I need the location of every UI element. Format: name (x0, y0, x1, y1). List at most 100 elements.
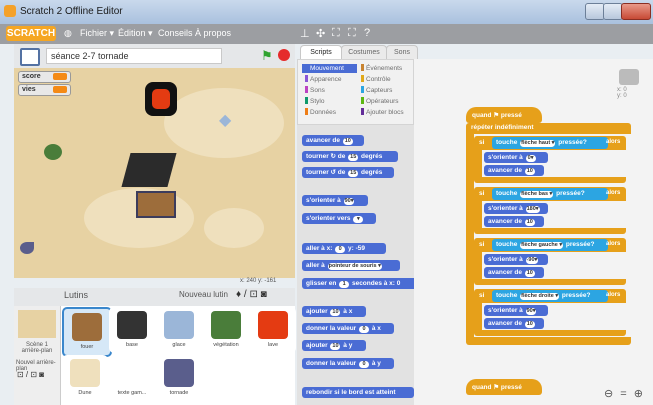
stage-thumbnail[interactable]: Scène 1 arrière-plan Nouvel arrière-plan… (14, 306, 61, 405)
key-dropdown[interactable]: flèche gauche ▾ (520, 242, 564, 249)
project-name-field[interactable]: séance 2-7 tornade (46, 48, 222, 64)
palette-block[interactable]: rebondir si le bord est atteint (302, 387, 414, 398)
steps-input[interactable]: 10 (524, 219, 535, 226)
help-tool-icon[interactable]: ? (364, 27, 370, 39)
grow-tool-icon[interactable]: ⛶ (332, 27, 340, 40)
new-backdrop-tools[interactable]: ⊡ / ⊡ ◙ (17, 370, 44, 379)
palette-block[interactable]: ajouter 10 à x (302, 306, 366, 317)
close-window-button[interactable] (621, 3, 651, 20)
scratch-logo[interactable]: SCRATCH (6, 26, 56, 41)
tab-costumes[interactable]: Costumes (341, 45, 387, 60)
menu-a-propos[interactable]: À propos (195, 28, 231, 38)
sprite-tile[interactable]: végétation (203, 307, 249, 353)
category-apparence[interactable]: Apparence (302, 75, 357, 84)
palette-block[interactable]: avancer de 10 (302, 135, 364, 146)
hat-block-flag[interactable]: quand ⚑ pressé (466, 107, 542, 123)
shrink-tool-icon[interactable]: ⛶ (348, 27, 356, 40)
block-input[interactable]: 15 (348, 170, 359, 177)
palette-block[interactable]: donner la valeur 0 à x (302, 323, 394, 334)
block-input[interactable]: 10 (342, 138, 353, 145)
direction-input[interactable]: 180▾ (525, 206, 540, 213)
delete-tool-icon[interactable]: ✣ (316, 27, 325, 40)
green-flag-icon[interactable]: ⚑ (261, 48, 273, 64)
sprite-tile[interactable]: texte gam... (109, 355, 155, 401)
key-pressed-condition[interactable]: touche flèche droite ▾ pressée? (492, 290, 608, 302)
category-données[interactable]: Données (302, 108, 357, 117)
palette-block[interactable]: s'orienter vers ▾ (302, 213, 376, 224)
move-steps-block[interactable]: avancer de 10 (484, 267, 544, 278)
category-événements[interactable]: Événements (358, 64, 413, 73)
point-direction-block[interactable]: s'orienter à 90▾ (484, 305, 548, 316)
palette-block[interactable]: tourner ↻ de 15 degrés (302, 151, 398, 162)
sprite-tile[interactable]: glace (156, 307, 202, 353)
duplicate-tool-icon[interactable]: ⊥ (300, 27, 310, 40)
menu-conseils[interactable]: Conseils (158, 28, 193, 38)
ice-sprite[interactable]: ◆ (219, 110, 231, 130)
lava-sprite[interactable] (145, 82, 177, 116)
if-block[interactable]: si touche flèche bas ▾ pressée? alors s'ori… (474, 187, 626, 234)
palette-block[interactable]: tourner ↺ de 15 degrés (302, 167, 394, 178)
block-input[interactable]: 0 (335, 246, 346, 253)
second-hat-block[interactable]: quand ⚑ pressé (466, 379, 542, 395)
palette-block[interactable]: aller à pointeur de souris ▾ (302, 260, 400, 271)
new-sprite-tools[interactable]: ♦ / ⊡ ◙ (236, 289, 267, 300)
block-input[interactable]: pointeur de souris ▾ (327, 263, 382, 270)
block-input[interactable]: 0 (359, 326, 370, 333)
steps-input[interactable]: 10 (524, 270, 535, 277)
tornado-sprite[interactable] (20, 242, 34, 254)
palette-block[interactable]: donner la valeur 0 à y (302, 358, 394, 369)
base-sprite[interactable] (121, 153, 177, 187)
point-direction-block[interactable]: s'orienter à 180▾ (484, 203, 548, 214)
key-pressed-condition[interactable]: touche flèche bas ▾ pressée? (492, 188, 608, 200)
tab-scripts[interactable]: Scripts (300, 45, 342, 60)
if-block[interactable]: si touche flèche haut ▾ pressée? alors s'or… (474, 136, 626, 183)
category-capteurs[interactable]: Capteurs (358, 86, 413, 95)
key-pressed-condition[interactable]: touche flèche gauche ▾ pressée? (492, 239, 608, 251)
block-input[interactable]: ▾ (353, 216, 364, 223)
minimize-button[interactable] (585, 3, 605, 20)
palette-block[interactable]: s'orienter à 90▾ (302, 195, 368, 206)
tab-sons[interactable]: Sons (386, 45, 418, 60)
palette-block[interactable]: ajouter 10 à y (302, 340, 366, 351)
key-pressed-condition[interactable]: touche flèche haut ▾ pressée? (492, 137, 608, 149)
key-dropdown[interactable]: flèche droite ▾ (520, 293, 560, 300)
palette-block[interactable]: glisser en 1 secondes à x: 0 (302, 278, 414, 289)
lives-monitor[interactable]: vies (18, 84, 71, 96)
block-input[interactable]: 0 (359, 361, 370, 368)
direction-input[interactable]: 0▾ (525, 155, 536, 162)
script-area[interactable]: x: 0 y: 0 quand ⚑ pressé répéter indéfinim… (414, 59, 653, 405)
move-steps-block[interactable]: avancer de 10 (484, 165, 544, 176)
direction-input[interactable]: 90▾ (525, 308, 537, 315)
category-sons[interactable]: Sons (302, 86, 357, 95)
direction-input[interactable]: -90▾ (525, 257, 539, 264)
fullscreen-icon[interactable] (20, 48, 40, 66)
block-input[interactable]: 1 (339, 281, 350, 288)
category-ajouter-blocs[interactable]: Ajouter blocs (358, 108, 413, 117)
sprite-tile[interactable]: base (109, 307, 155, 353)
if-block[interactable]: si touche flèche droite ▾ pressée? alors s'… (474, 289, 626, 336)
sprite-tile[interactable]: fouer (62, 307, 112, 357)
palette-block[interactable]: aller à x: 0 y: -59 (302, 243, 386, 254)
move-steps-block[interactable]: avancer de 10 (484, 318, 544, 329)
stop-sign-icon[interactable] (278, 49, 290, 61)
block-input[interactable]: 10 (330, 343, 341, 350)
steps-input[interactable]: 10 (524, 321, 535, 328)
sprite-tile[interactable]: tornade (156, 355, 202, 401)
point-direction-block[interactable]: s'orienter à 0▾ (484, 152, 548, 163)
maximize-button[interactable] (603, 3, 623, 20)
sprite-tile[interactable]: Dune (62, 355, 108, 401)
point-direction-block[interactable]: s'orienter à -90▾ (484, 254, 548, 265)
steps-input[interactable]: 10 (524, 168, 535, 175)
move-steps-block[interactable]: avancer de 10 (484, 216, 544, 227)
block-input[interactable]: 90▾ (343, 198, 355, 205)
category-mouvement[interactable]: Mouvement (302, 64, 357, 73)
score-monitor[interactable]: score (18, 71, 71, 83)
zoom-controls[interactable]: ⊖ = ⊕ (604, 387, 645, 400)
vegetation-sprite[interactable] (44, 144, 62, 160)
sprite-tile[interactable]: lave (250, 307, 296, 353)
block-input[interactable]: 10 (330, 309, 341, 316)
key-dropdown[interactable]: flèche bas ▾ (520, 191, 554, 198)
category-stylo[interactable]: Stylo (302, 97, 357, 106)
key-dropdown[interactable]: flèche haut ▾ (520, 140, 556, 147)
if-block[interactable]: si touche flèche gauche ▾ pressée? alors s'… (474, 238, 626, 285)
